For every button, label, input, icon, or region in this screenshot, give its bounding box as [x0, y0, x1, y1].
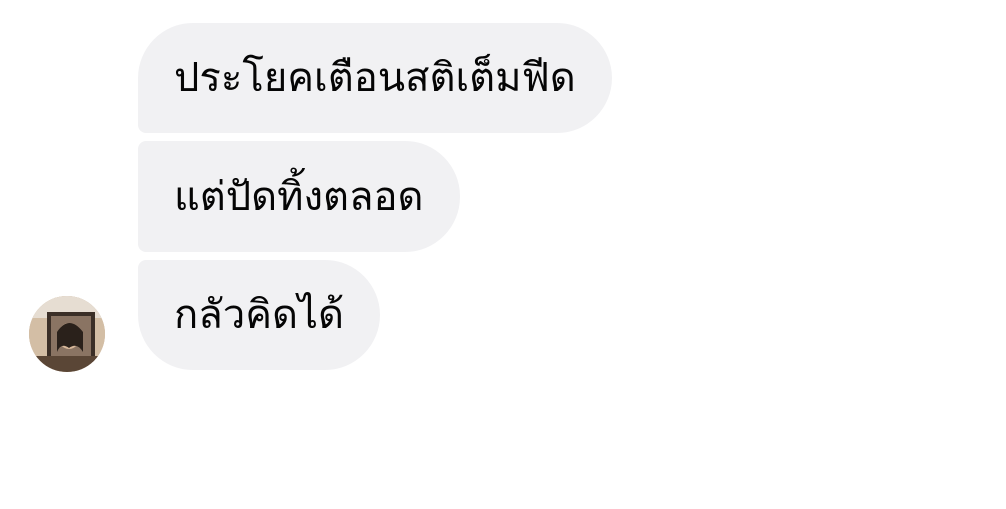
message-text: ประโยคเตือนสติเต็มฟีด	[174, 55, 576, 101]
avatar[interactable]	[29, 296, 105, 372]
message-text: แต่ปัดทิ้งตลอด	[174, 173, 424, 220]
message-thread: ประโยคเตือนสติเต็มฟีด แต่ปัดทิ้งตลอด กลั…	[0, 0, 1006, 509]
message-bubble[interactable]: แต่ปัดทิ้งตลอด	[138, 141, 460, 252]
message-text: กลัวคิดได้	[174, 292, 345, 338]
message-bubble[interactable]: ประโยคเตือนสติเต็มฟีด	[138, 23, 612, 133]
avatar-photo-icon	[29, 296, 105, 372]
message-bubble[interactable]: กลัวคิดได้	[138, 260, 381, 370]
